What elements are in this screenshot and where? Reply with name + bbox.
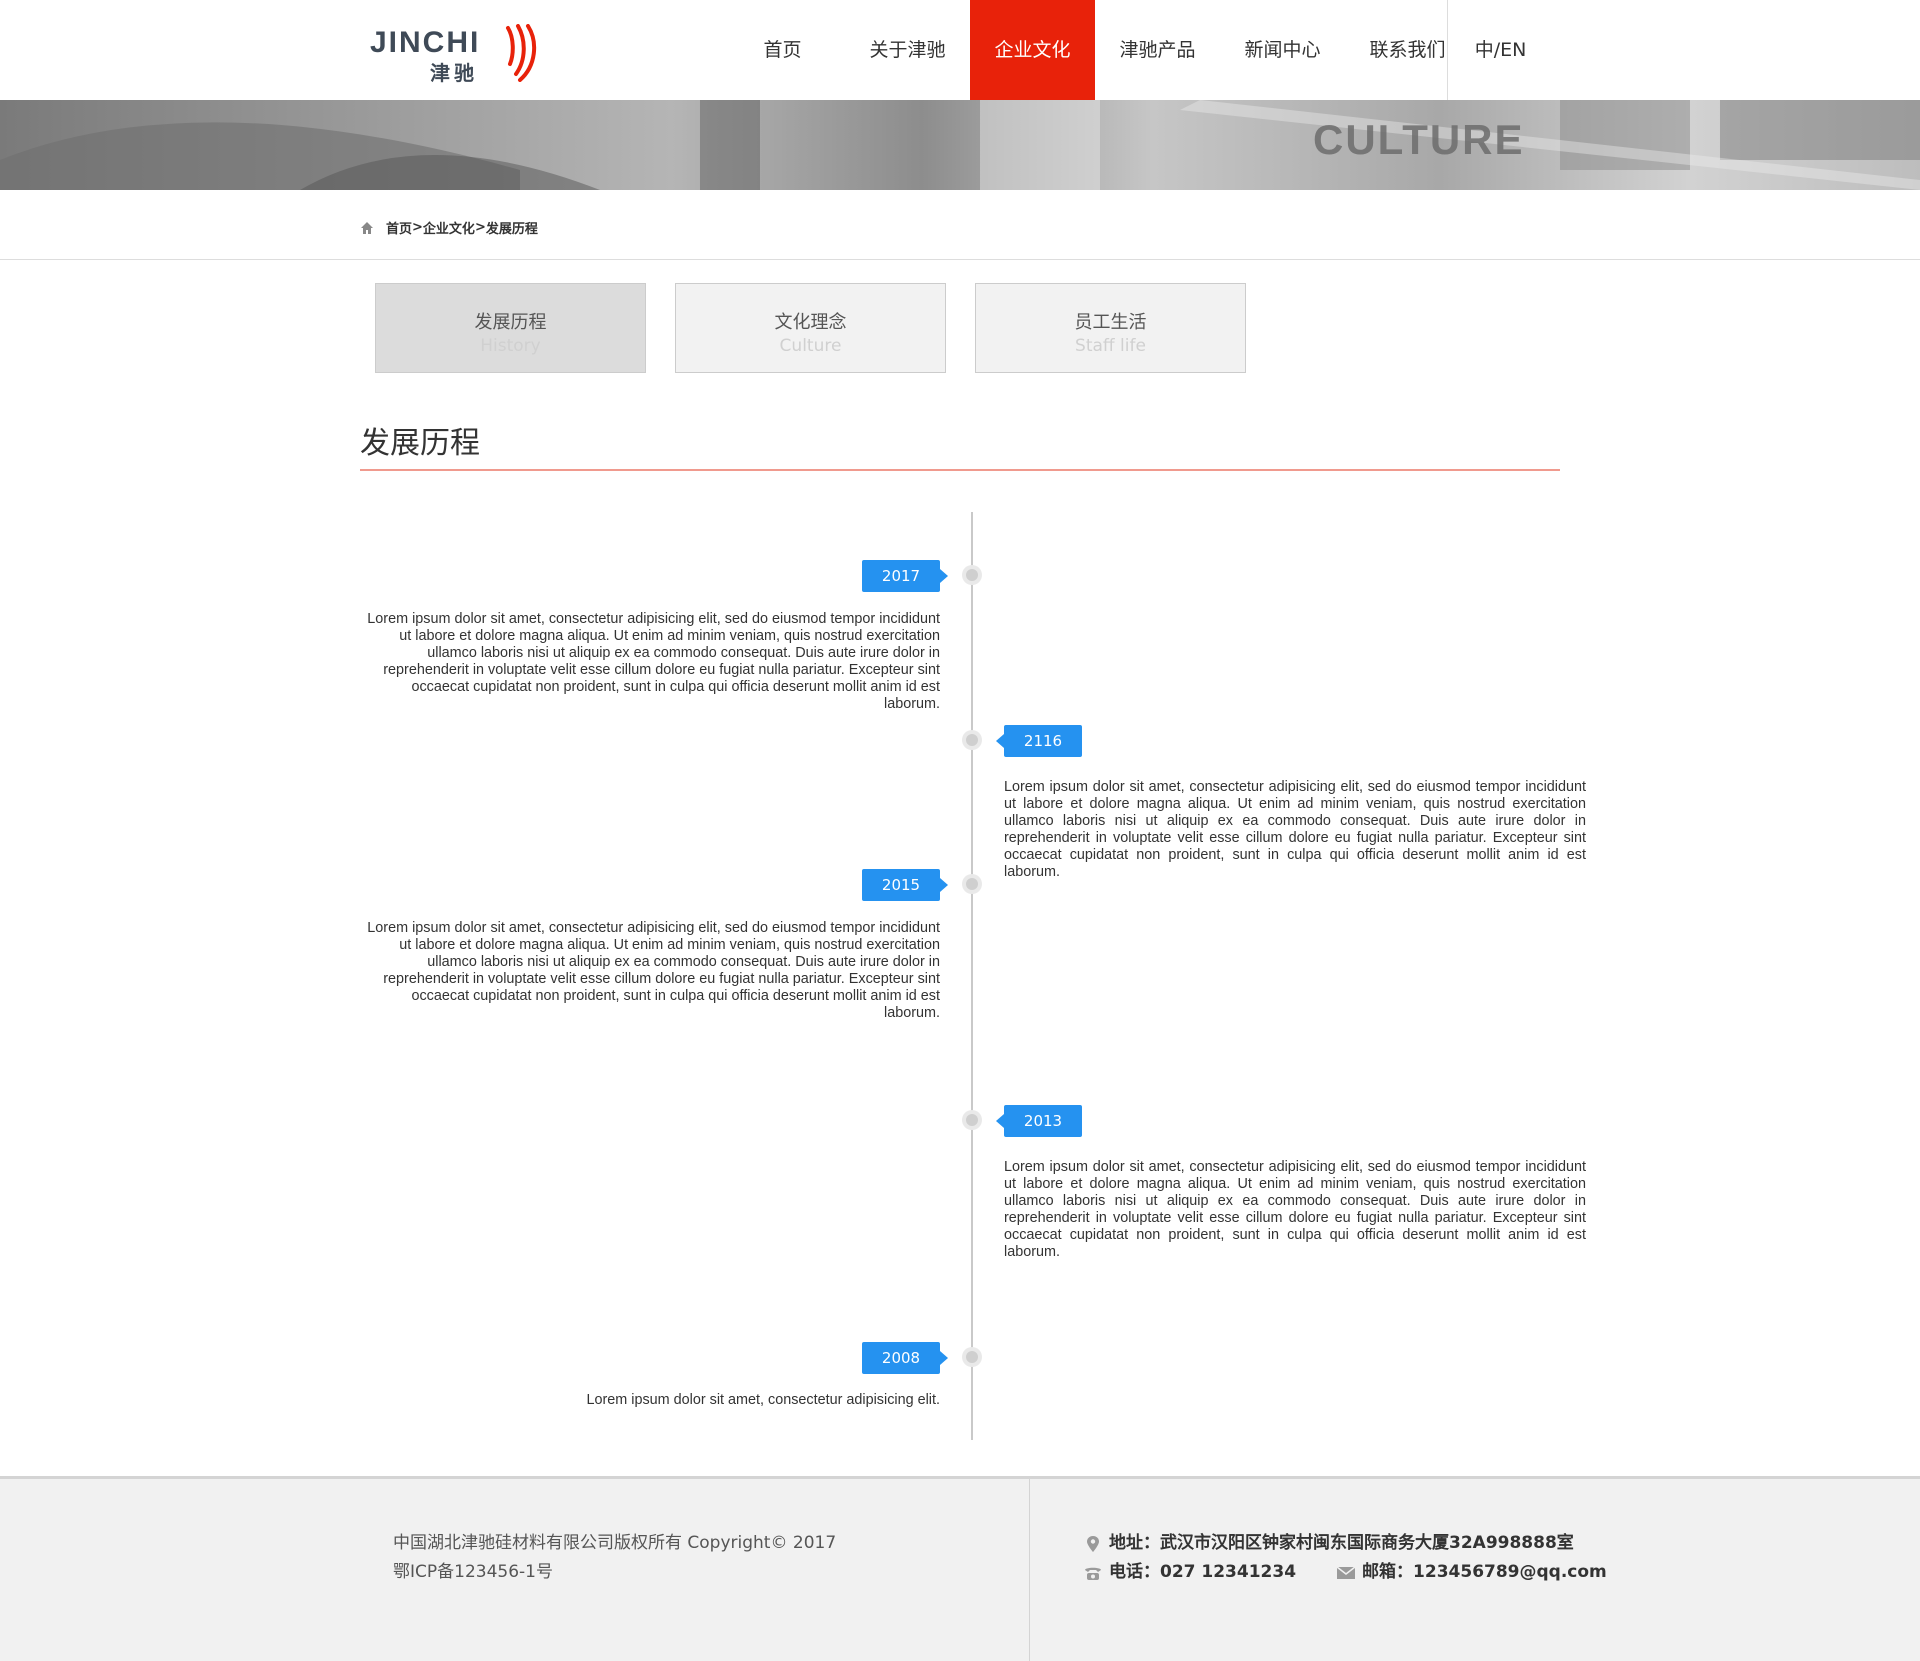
language-switch[interactable]: 中/EN xyxy=(1448,0,1553,100)
location-pin-icon xyxy=(1087,1535,1099,1552)
phone-icon xyxy=(1085,1567,1101,1580)
mail-icon xyxy=(1336,1565,1356,1579)
home-icon xyxy=(361,221,373,234)
footer-legal: 中国湖北津驰硅材料有限公司版权所有 Copyright© 2017 鄂ICP备1… xyxy=(393,1529,836,1587)
timeline-year-badge: 2116 xyxy=(996,725,1082,757)
breadcrumb-separator: > xyxy=(412,220,423,235)
nav-home[interactable]: 首页 xyxy=(720,0,845,100)
nav-about[interactable]: 关于津驰 xyxy=(845,0,970,100)
footer-phone: 电话：027 12341234 xyxy=(1109,1562,1297,1582)
tab-label-en: Culture xyxy=(779,336,842,356)
banner-title: CULTURE xyxy=(1313,116,1525,163)
footer-divider xyxy=(1029,1479,1030,1661)
tab-staff-life[interactable]: 员工生活 Staff life xyxy=(975,283,1246,373)
breadcrumb-separator: > xyxy=(474,220,486,235)
banner-image xyxy=(0,100,1920,190)
page-banner: CULTURE xyxy=(0,100,1920,190)
logo-mark-icon xyxy=(506,24,537,82)
breadcrumb: 首页 > 企业文化 > 发展历程 xyxy=(360,218,538,237)
tab-label-cn: 文化理念 xyxy=(774,312,847,333)
footer-contact: 地址：武汉市汉阳区钟家村闽东国际商务大厦32A998888室 电话：027 12… xyxy=(1083,1529,1607,1587)
footer-email[interactable]: 邮箱：123456789@qq.com xyxy=(1362,1558,1607,1587)
breadcrumb-section[interactable]: 企业文化 xyxy=(423,218,475,237)
logo[interactable]: JINCHI 津驰 xyxy=(370,24,545,85)
breadcrumb-current: 发展历程 xyxy=(485,222,538,237)
timeline-entry-text: Lorem ipsum dolor sit amet, consectetur … xyxy=(586,1392,940,1408)
nav-products[interactable]: 津驰产品 xyxy=(1095,0,1220,100)
tab-label-en: Staff life xyxy=(1075,336,1146,356)
tab-label-cn: 员工生活 xyxy=(1074,312,1147,333)
timeline-dot xyxy=(962,565,982,585)
timeline-dot xyxy=(962,730,982,750)
tab-label-cn: 发展历程 xyxy=(474,312,547,333)
nav-culture[interactable]: 企业文化 xyxy=(970,0,1095,100)
site-header: JINCHI 津驰 首页 关于津驰 企业文化 津驰产品 新闻中心 联系我们 中/… xyxy=(0,0,1920,100)
timeline-entry-text: Lorem ipsum dolor sit amet, consectetur … xyxy=(367,920,940,1021)
section-title: 发展历程 xyxy=(360,426,480,461)
timeline-dot xyxy=(962,874,982,894)
breadcrumb-bar: 首页 > 企业文化 > 发展历程 xyxy=(0,190,1920,260)
breadcrumb-home[interactable]: 首页 xyxy=(386,218,412,237)
logo-text-en: JINCHI xyxy=(370,26,481,59)
main-nav: 首页 关于津驰 企业文化 津驰产品 新闻中心 联系我们 xyxy=(720,0,1470,100)
footer-address: 地址：武汉市汉阳区钟家村闽东国际商务大厦32A998888室 xyxy=(1109,1533,1574,1553)
timeline-dot xyxy=(962,1110,982,1130)
nav-news[interactable]: 新闻中心 xyxy=(1220,0,1345,100)
timeline-year-badge: 2017 xyxy=(862,560,948,592)
timeline-axis xyxy=(971,512,973,1440)
timeline-entry-text: Lorem ipsum dolor sit amet, consectetur … xyxy=(1004,1159,1586,1260)
tab-culture[interactable]: 文化理念 Culture xyxy=(675,283,946,373)
timeline-year-badge: 2013 xyxy=(996,1105,1082,1137)
timeline-entry-text: Lorem ipsum dolor sit amet, consectetur … xyxy=(1004,779,1586,880)
section-divider xyxy=(360,469,1560,471)
tab-history[interactable]: 发展历程 History xyxy=(375,283,646,373)
copyright-text: 中国湖北津驰硅材料有限公司版权所有 Copyright© 2017 xyxy=(393,1533,837,1553)
tab-label-en: History xyxy=(480,336,541,356)
icp-number[interactable]: 鄂ICP备123456-1号 xyxy=(393,1558,836,1587)
timeline-entry-text: Lorem ipsum dolor sit amet, consectetur … xyxy=(367,611,940,712)
site-footer: 中国湖北津驰硅材料有限公司版权所有 Copyright© 2017 鄂ICP备1… xyxy=(0,1476,1920,1661)
timeline-dot xyxy=(962,1347,982,1367)
timeline-year-badge: 2008 xyxy=(862,1342,948,1374)
timeline-year-badge: 2015 xyxy=(862,869,948,901)
logo-text-cn: 津驰 xyxy=(430,61,478,85)
